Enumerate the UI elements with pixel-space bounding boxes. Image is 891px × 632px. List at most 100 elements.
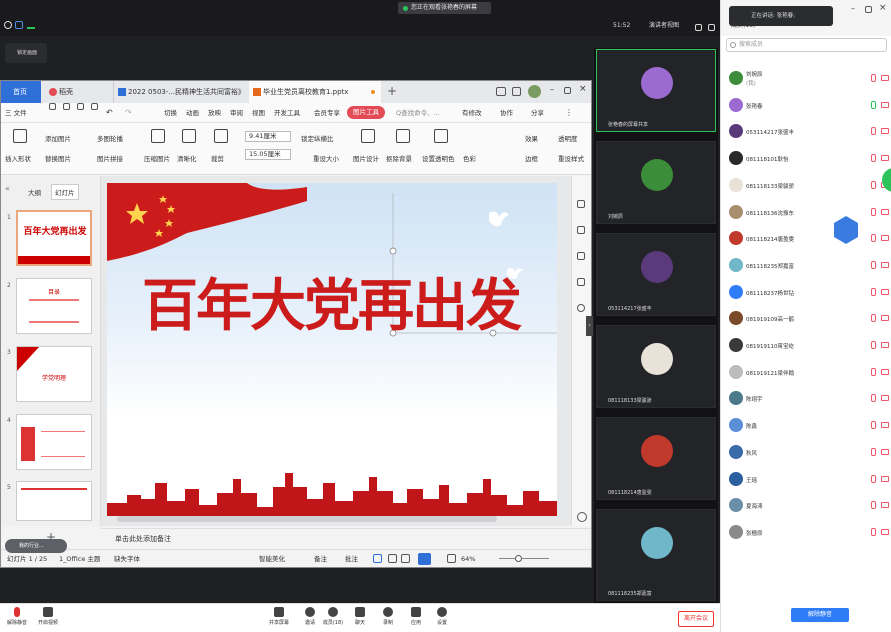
restore-icon[interactable] (564, 87, 571, 94)
mic-muted-icon[interactable] (871, 527, 876, 536)
mic-muted-icon[interactable] (871, 314, 876, 323)
camera-off-icon[interactable] (881, 528, 889, 535)
compress-icon[interactable] (151, 129, 165, 143)
collaborate-button[interactable]: 协作 (500, 103, 513, 123)
command-search[interactable]: Q查找命令、... (396, 103, 440, 123)
chat-button[interactable]: 聊天 (345, 607, 375, 631)
menu-picture-tools[interactable]: 图片工具 (347, 106, 385, 119)
video-tile[interactable]: 081118235郑嘉富 (596, 509, 716, 601)
zoom-slider-thumb[interactable] (515, 555, 522, 562)
clarify-button[interactable]: 清晰化 (177, 153, 197, 163)
unmute-all-button[interactable]: 解除静音 (791, 608, 849, 622)
tab-pptx[interactable]: 毕业生党员离校教育1.pptx (249, 81, 381, 103)
participant-row[interactable]: 081118101耿怡 (721, 146, 891, 172)
slide-thumb-5[interactable] (16, 481, 92, 521)
mic-muted-icon[interactable] (871, 421, 876, 430)
record-button[interactable]: 录制 (373, 607, 403, 631)
crop-button[interactable]: 裁剪 (211, 153, 224, 163)
camera-off-icon[interactable] (881, 395, 889, 402)
shield-icon[interactable] (15, 21, 23, 29)
mute-button[interactable]: 解除静音 (2, 607, 32, 631)
zoom-slider[interactable] (499, 558, 549, 559)
slide-thumb-4[interactable] (16, 414, 92, 470)
picture-design-button[interactable]: 图片设计 (353, 153, 379, 163)
replace-picture-button[interactable]: 替换图片 (45, 153, 71, 163)
security-icon[interactable] (4, 21, 12, 29)
camera-off-icon[interactable] (881, 261, 889, 268)
more-tools-icon[interactable] (577, 512, 587, 522)
participant-row[interactable]: 陈鑫 (721, 413, 891, 439)
camera-off-icon[interactable] (881, 155, 889, 162)
mic-muted-icon[interactable] (871, 341, 876, 349)
comments-toggle[interactable]: 批注 (345, 550, 358, 568)
insert-shape-button[interactable]: 插入形状 (5, 153, 31, 163)
window-count-icon[interactable] (496, 87, 506, 96)
remove-bg-button[interactable]: 抠除背景 (386, 153, 412, 163)
close-icon[interactable]: × (579, 84, 587, 94)
adjust-icon[interactable] (577, 226, 585, 234)
redo-icon[interactable]: ↷ (125, 103, 132, 123)
participant-row[interactable]: 陈翊宇 (721, 386, 891, 412)
camera-off-icon[interactable] (881, 128, 889, 135)
collapse-video-icon[interactable]: › (586, 316, 593, 336)
minimize-icon[interactable]: – (851, 4, 855, 13)
activity-bubble[interactable]: 我的行业... (5, 539, 67, 553)
camera-off-icon[interactable] (881, 101, 889, 108)
camera-off-icon[interactable] (881, 448, 889, 455)
mic-muted-icon[interactable] (871, 260, 876, 269)
has-changes-button[interactable]: 有修改 (462, 103, 482, 123)
tab-docer[interactable]: 稻壳 (45, 81, 111, 103)
share-screen-button[interactable]: 共享屏幕 (264, 607, 294, 631)
height-input[interactable]: 15.05厘米 (245, 149, 291, 160)
picture-join-button[interactable]: 图片拼接 (97, 153, 123, 163)
camera-off-icon[interactable] (881, 475, 889, 482)
maximize-icon[interactable] (865, 6, 872, 13)
undo-icon[interactable]: ↶ (106, 103, 113, 123)
menu-developer[interactable]: 开发工具 (274, 103, 300, 123)
animation-icon[interactable] (577, 252, 585, 260)
multi-carousel-button[interactable]: 多图轮播 (97, 133, 123, 143)
view-mode-button[interactable]: 演讲者视图 (641, 20, 679, 32)
member-search-input[interactable]: 搜索成员 (726, 38, 887, 52)
slide-thumb-2[interactable]: 目录 (16, 278, 92, 334)
lock-ratio-checkbox[interactable]: 锁定纵横比 (301, 133, 334, 143)
participant-row[interactable]: 081118136沈振东 (721, 200, 891, 226)
participant-row[interactable]: 081118214唐盈雯 (721, 226, 891, 252)
camera-off-icon[interactable] (881, 422, 889, 429)
help-icon[interactable] (577, 304, 585, 312)
mic-muted-icon[interactable] (871, 74, 876, 82)
more-icon[interactable]: ⋮ (565, 103, 573, 123)
camera-off-icon[interactable] (881, 342, 889, 348)
participant-row[interactable]: 张艳春 (721, 93, 891, 119)
participant-row[interactable]: 秋风 (721, 440, 891, 466)
mic-muted-icon[interactable] (871, 501, 876, 510)
crop-icon[interactable] (214, 129, 228, 143)
menu-animation[interactable]: 动画 (186, 103, 199, 123)
reset-style-button[interactable]: 重设样式 (558, 153, 584, 163)
picture-design-icon[interactable] (361, 129, 375, 143)
mic-muted-icon[interactable] (871, 447, 876, 456)
menu-view[interactable]: 视图 (252, 103, 265, 123)
copy-icon[interactable] (577, 278, 585, 286)
zoom-level[interactable]: 64% (461, 550, 475, 568)
video-button[interactable]: 开启视频 (33, 607, 63, 631)
participant-row[interactable]: 081118133梁骏骄 (721, 173, 891, 199)
camera-off-icon[interactable] (881, 235, 889, 242)
mic-muted-icon[interactable] (871, 127, 876, 136)
set-transparent-button[interactable]: 设置透明色 (422, 153, 455, 163)
video-tile[interactable]: 刘婉辰 (596, 141, 716, 224)
mic-muted-icon[interactable] (871, 474, 876, 483)
leave-meeting-button[interactable]: 离开会议 (678, 611, 714, 627)
share-button[interactable]: 分享 (531, 103, 544, 123)
menu-vip[interactable]: 会员专享 (314, 103, 340, 123)
transparency-button[interactable]: 透明度 (558, 133, 578, 143)
video-tile[interactable]: 081118133梁骏骄 (596, 325, 716, 408)
participant-row[interactable]: 053114217张盛丰 (721, 119, 891, 145)
slide-thumb-1[interactable]: 百年大党再出发 (16, 210, 92, 266)
width-input[interactable]: 9.41厘米 (245, 131, 291, 142)
slide-thumb-3[interactable]: 学党明理 (16, 346, 92, 402)
style-icon[interactable] (577, 200, 585, 208)
camera-off-icon[interactable] (881, 208, 889, 215)
participant-row[interactable]: 王瑶 (721, 467, 891, 493)
camera-off-icon[interactable] (881, 502, 889, 509)
